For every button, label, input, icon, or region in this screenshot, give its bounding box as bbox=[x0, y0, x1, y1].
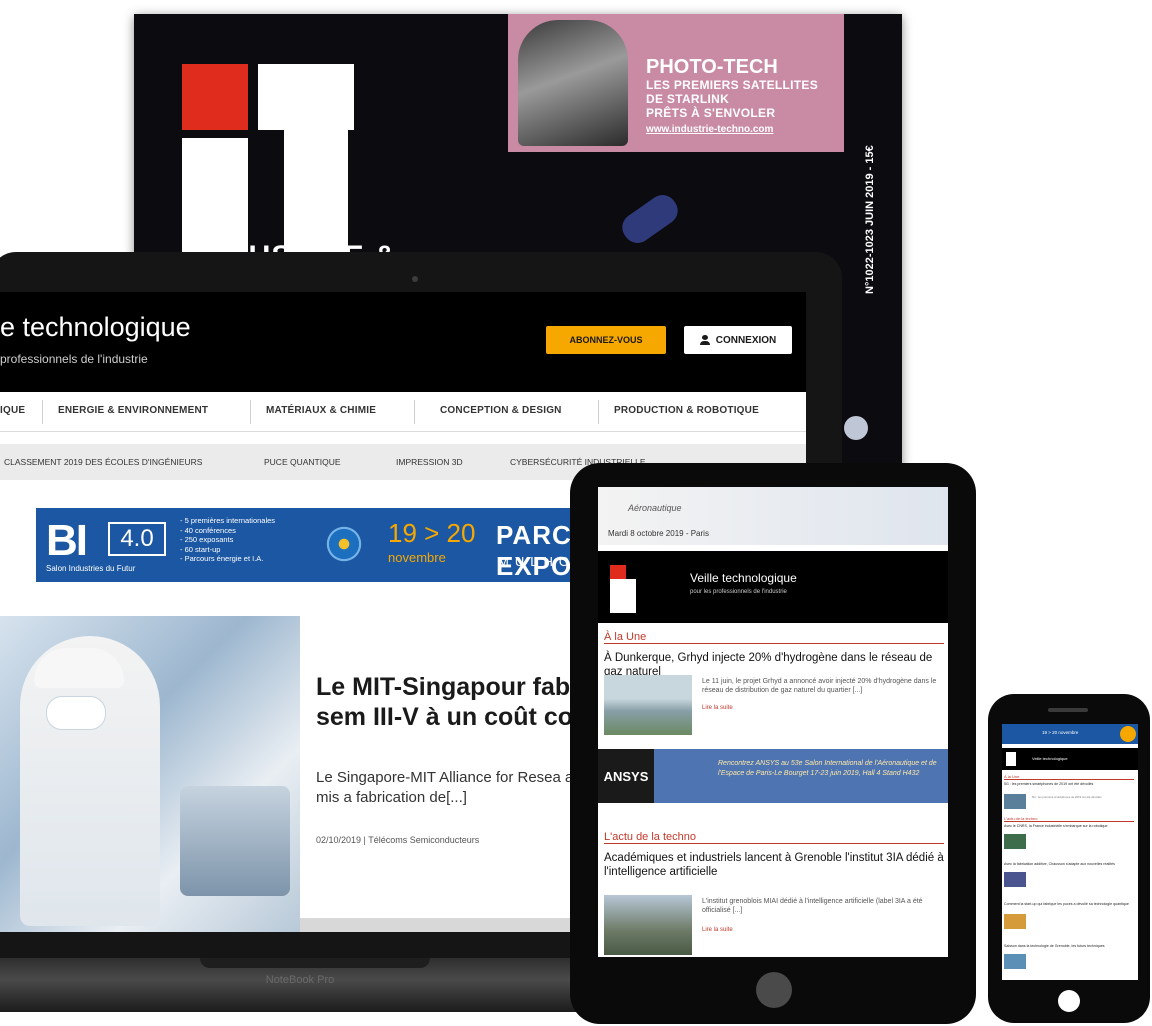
photo-tech-line: DE STARLINK bbox=[646, 92, 730, 106]
phone-ad-text: 19 > 20 novembre bbox=[1042, 730, 1079, 735]
sub-nav-item[interactable]: IMPRESSION 3D bbox=[396, 457, 463, 467]
nav-item-conception[interactable]: CONCEPTION & DESIGN bbox=[440, 405, 562, 416]
tablet-section-heading: À la Une bbox=[604, 631, 944, 644]
banner-feature: - 60 start-up bbox=[180, 544, 221, 554]
photo-tech-line: PRÊTS À S'ENVOLER bbox=[646, 106, 776, 120]
banner-features: - 5 premières internationales - 40 confé… bbox=[180, 516, 275, 564]
phone-article-image[interactable] bbox=[1004, 872, 1026, 887]
phone-ad-banner[interactable]: 19 > 20 novembre bbox=[1002, 724, 1138, 744]
subscribe-button[interactable]: ABONNEZ-VOUS bbox=[546, 326, 666, 354]
photo-tech-title: PHOTO-TECH bbox=[646, 56, 778, 78]
tablet-ansys-ad[interactable]: ANSYS Rencontrez ANSYS au 53e Salon Inte… bbox=[598, 749, 948, 803]
nav-item-energie[interactable]: ENERGIE & ENVIRONNEMENT bbox=[58, 405, 208, 416]
tablet-site-header: Veille technologique pour les profession… bbox=[598, 551, 948, 623]
banner-feature: - 5 premières internationales bbox=[180, 516, 276, 525]
laptop-brand-label: NoteBook Pro bbox=[265, 974, 335, 986]
photo-tech-line: LES PREMIERS SATELLITES bbox=[646, 78, 819, 92]
laptop-notch bbox=[200, 958, 430, 968]
phone-article-image[interactable] bbox=[1004, 834, 1026, 849]
tablet-home-button[interactable] bbox=[756, 972, 792, 1008]
phone-ad-badge bbox=[1120, 726, 1136, 742]
banner-logo: BI bbox=[46, 516, 88, 565]
featured-article-image[interactable] bbox=[0, 616, 300, 932]
tablet-section-heading: L'actu de la techno bbox=[604, 831, 944, 844]
phone-article-text: 5G : les premiers smartphones de 2019 on… bbox=[1032, 795, 1102, 799]
phone-section-heading: L'actu de la techno bbox=[1004, 816, 1134, 822]
site-tagline: professionnels de l'industrie bbox=[0, 352, 148, 366]
tablet-read-more[interactable]: Lire la suite bbox=[702, 705, 733, 711]
phone-article-image[interactable] bbox=[1004, 954, 1026, 969]
magazine-spine: N°1022-1023 JUIN 2019 - 15€ bbox=[858, 44, 878, 304]
site-title[interactable]: e technologique bbox=[0, 312, 191, 343]
tablet-screen: Aéronautique Mardi 8 octobre 2019 - Pari… bbox=[598, 487, 948, 957]
phone-speaker bbox=[1048, 708, 1088, 712]
phone-section-heading: À la Une bbox=[1004, 774, 1134, 780]
corner-graphic bbox=[844, 416, 868, 440]
tablet-ad-date: Mardi 8 octobre 2019 - Paris bbox=[608, 529, 709, 538]
logo-red-block bbox=[182, 64, 248, 130]
phone-site-header: Veille technologique bbox=[1002, 748, 1138, 770]
ansys-ad-text: Rencontrez ANSYS au 53e Salon Internatio… bbox=[718, 760, 937, 777]
phone-logo[interactable] bbox=[1006, 752, 1016, 766]
banner-salon-name: Salon Industries du Futur bbox=[46, 564, 136, 573]
phone-article-image[interactable] bbox=[1004, 794, 1026, 809]
tablet-ad-title: Aéronautique bbox=[628, 503, 682, 513]
phone-article-image[interactable] bbox=[1004, 914, 1026, 929]
main-nav: IQUE ENERGIE & ENVIRONNEMENT MATÉRIAUX &… bbox=[0, 392, 806, 432]
nav-divider bbox=[250, 400, 251, 424]
tablet-article-text: L'institut grenoblois MIAI dédié à l'int… bbox=[702, 898, 923, 914]
globe-icon bbox=[314, 514, 374, 574]
satellite-image bbox=[518, 20, 628, 146]
phone-article-title[interactable]: 5G : les premiers smartphones de 2019 on… bbox=[1004, 782, 1136, 787]
lab-cap-graphic bbox=[34, 648, 124, 688]
phone-screen: 19 > 20 novembre Veille technologique À … bbox=[1002, 724, 1138, 980]
tablet-site-title: Veille technologique bbox=[690, 571, 797, 585]
featured-article-meta: 02/10/2019 | Télécoms Semiconducteurs bbox=[316, 835, 480, 845]
banner-feature: - 40 conférences bbox=[180, 525, 236, 535]
banner-feature: - Parcours énergie et I.A. bbox=[180, 554, 264, 563]
tablet-article-text: Le 11 juin, le projet Grhyd a annoncé av… bbox=[702, 678, 937, 694]
nav-item[interactable]: IQUE bbox=[0, 405, 25, 416]
tablet-logo[interactable] bbox=[610, 579, 636, 613]
tablet-article-image[interactable] bbox=[604, 895, 692, 955]
photo-tech-url: www.industrie-techno.com bbox=[646, 124, 774, 135]
banner-feature: - 250 exposants bbox=[180, 535, 234, 544]
phone-home-button[interactable] bbox=[1058, 990, 1080, 1012]
tablet-logo-red bbox=[610, 565, 626, 579]
site-header: e technologique professionnels de l'indu… bbox=[0, 292, 806, 392]
phone-article-title[interactable]: Comment la start-up qui fabrique les puc… bbox=[1004, 902, 1136, 907]
lab-equipment-graphic bbox=[180, 786, 290, 896]
lab-mask-graphic bbox=[46, 696, 106, 730]
login-button[interactable]: CONNEXION bbox=[684, 326, 792, 354]
phone-article-title[interactable]: Avec le CNRS, la France industrielle s'e… bbox=[1004, 824, 1136, 829]
event-banner[interactable]: BI 4.0 Salon Industries du Futur - 5 pre… bbox=[36, 508, 636, 582]
phone-article-title[interactable]: Avec la fabrication additive, Chausson s… bbox=[1004, 862, 1136, 867]
phone-site-title: Veille technologique bbox=[1032, 756, 1068, 761]
phone-frame: 19 > 20 novembre Veille technologique À … bbox=[988, 694, 1150, 1023]
nav-item-production[interactable]: PRODUCTION & ROBOTIQUE bbox=[614, 405, 759, 416]
nav-divider bbox=[42, 400, 43, 424]
sub-nav-item[interactable]: CLASSEMENT 2019 DES ÉCOLES D'INGÉNIEURS bbox=[4, 457, 202, 467]
tablet-article-title[interactable]: Académiques et industriels lancent à Gre… bbox=[604, 851, 944, 879]
photo-tech-box: PHOTO-TECH LES PREMIERS SATELLITES DE ST… bbox=[508, 14, 844, 152]
spine-text: N°1022-1023 JUIN 2019 - 15€ bbox=[864, 145, 876, 294]
camera-icon bbox=[412, 276, 418, 282]
tablet-ad-banner[interactable]: Aéronautique Mardi 8 octobre 2019 - Pari… bbox=[598, 487, 948, 545]
logo-letter-t-bar bbox=[258, 64, 354, 130]
phone-article-title[interactable]: Saisson dans la technologie de Grenoble,… bbox=[1004, 944, 1136, 949]
ansys-logo: ANSYS bbox=[598, 749, 654, 803]
login-label: CONNEXION bbox=[715, 334, 777, 346]
tablet-article-image[interactable] bbox=[604, 675, 692, 735]
banner-month: novembre bbox=[388, 550, 446, 565]
tablet-read-more[interactable]: Lire la suite bbox=[702, 927, 733, 933]
banner-dates: 19 > 20 bbox=[388, 518, 476, 548]
user-icon bbox=[699, 335, 710, 345]
nav-divider bbox=[414, 400, 415, 424]
tablet-site-subtitle: pour les professionnels de l'industrie bbox=[690, 589, 787, 595]
nav-divider bbox=[598, 400, 599, 424]
nav-item-materiaux[interactable]: MATÉRIAUX & CHIMIE bbox=[266, 405, 376, 416]
banner-logo-number: 4.0 bbox=[108, 522, 166, 556]
tablet-frame: Aéronautique Mardi 8 octobre 2019 - Pari… bbox=[570, 463, 976, 1024]
sub-nav-item[interactable]: PUCE QUANTIQUE bbox=[264, 457, 341, 467]
